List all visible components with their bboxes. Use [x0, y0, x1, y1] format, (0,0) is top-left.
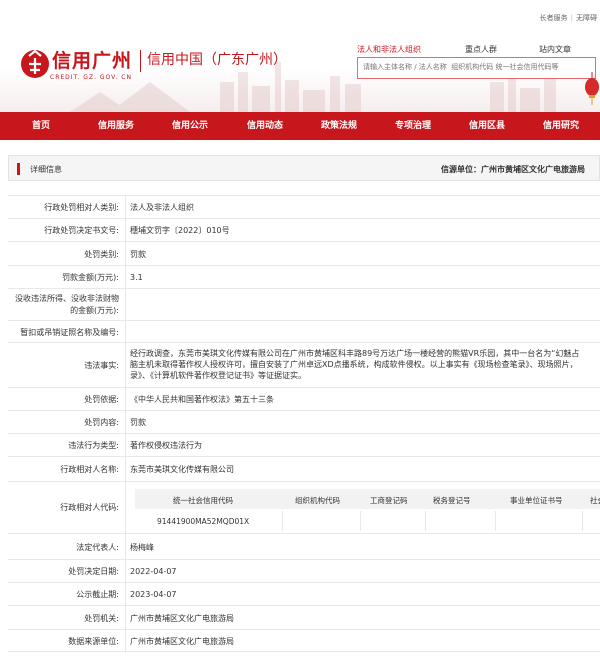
codes-header-row: 统一社会信用代码 组织机构代码 工商登记码 税务登记号 事业单位证书号 社会 [135, 489, 600, 509]
site-logo-domain: CREDIT. GZ. GOV. CN [50, 74, 132, 81]
facts-line: 经行政调查，东莞市美琪文化传媒有限公司在广州市黄埔区科丰路89号万达广场一楼经营… [130, 349, 580, 358]
site-subtitle: 信用中国（广东广州） [147, 52, 287, 68]
nav-home[interactable]: 首页 [15, 112, 67, 140]
top-links: 长者服务 | 无障碍 [537, 13, 600, 23]
table-row: 数据来源单位: 广州市黄埔区文化广电旅游局 [8, 629, 600, 653]
facts-line: 脑主机未取得著作权人授权许可，擅自安装了广州卓远XD点播系统，构成软件侵权。以上… [130, 360, 578, 369]
field-label: 违法行为类型: [68, 441, 119, 450]
table-row: 处罚类别: 罚款 [8, 241, 600, 266]
nav-credit-news[interactable]: 信用动态 [236, 112, 294, 140]
table-row: 公示截止期: 2023-04-07 [8, 582, 600, 606]
field-label: 处罚内容: [84, 418, 119, 427]
codes-header: 事业单位证书号 [510, 496, 563, 505]
table-row: 行政相对人代码: 统一社会信用代码 组织机构代码 工商登记码 税务登记号 事业单… [8, 481, 600, 534]
codes-header: 组织机构代码 [295, 496, 340, 505]
field-value: 著作权侵权违法行为 [130, 441, 202, 450]
field-value: 3.1 [130, 273, 143, 282]
field-label: 行政处罚相对人类别: [44, 203, 119, 212]
field-label: 公示截止期: [76, 590, 119, 599]
table-row: 行政处罚决定书文号: 穗埔文罚字〔2022〕010号 [8, 218, 600, 242]
logo-divider [140, 50, 141, 72]
codes-header: 统一社会信用代码 [173, 496, 233, 505]
field-value: 广州市黄埔区文化广电旅游局 [130, 614, 234, 623]
nav-credit-districts[interactable]: 信用区县 [458, 112, 516, 140]
field-value: 《中华人民共和国著作权法》第五十三条 [130, 395, 274, 404]
table-row: 没收违法所得、没收非法财物的金额(万元): [8, 288, 600, 321]
field-value: 2023-04-07 [130, 590, 177, 599]
field-label: 没收违法所得、没收非法财物的金额(万元): [15, 294, 119, 315]
field-label: 行政处罚决定书文号: [44, 226, 119, 235]
code-value: 91441900MA52MQD01X [157, 517, 250, 526]
field-value: 东莞市美琪文化传媒有限公司 [130, 465, 234, 474]
lantern-decoration-icon [585, 72, 599, 105]
site-logo-text[interactable]: 信用广州 [52, 46, 132, 73]
field-label: 行政相对人代码: [60, 503, 119, 512]
table-row: 法定代表人: 杨梅峰 [8, 533, 600, 560]
table-row: 处罚决定日期: 2022-04-07 [8, 559, 600, 583]
field-label: 暂扣或吊销证照名称及编号: [20, 328, 119, 337]
title-accent-bar [17, 163, 20, 175]
search-box [357, 57, 596, 79]
field-label: 法定代表人: [76, 543, 119, 552]
field-label: 罚款金额(万元): [62, 273, 119, 282]
detail-panel-header: 详细信息 信源单位：广州市黄埔区文化广电旅游局 [8, 155, 600, 181]
field-label: 处罚类别: [84, 250, 119, 259]
top-bar: 长者服务 | 无障碍 [0, 0, 600, 32]
table-row: 罚款金额(万元): 3.1 [8, 265, 600, 289]
field-label: 处罚依据: [84, 395, 119, 404]
table-row: 行政处罚相对人类别: 法人及非法人组织 [8, 195, 600, 219]
field-value: 罚款 [130, 418, 146, 427]
table-row: 违法行为类型: 著作权侵权违法行为 [8, 433, 600, 457]
facts-line: 录》、《计算机软件著作权登记证书》等证据证实。 [130, 371, 306, 380]
field-label: 行政相对人名称: [60, 465, 119, 474]
field-label: 处罚机关: [84, 614, 119, 623]
nav-credit-service[interactable]: 信用服务 [87, 112, 145, 140]
field-value: 广州市黄埔区文化广电旅游局 [130, 637, 234, 646]
table-row: 行政相对人名称: 东莞市美琪文化传媒有限公司 [8, 456, 600, 482]
credit-logo-icon [21, 49, 49, 78]
field-value: 2022-04-07 [130, 567, 177, 576]
table-row: 处罚内容: 罚款 [8, 410, 600, 434]
source-unit: 信源单位：广州市黄埔区文化广电旅游局 [441, 165, 585, 174]
search-input[interactable] [358, 58, 593, 76]
codes-header: 社会 [590, 496, 600, 505]
table-row: 处罚机关: 广州市黄埔区文化广电旅游局 [8, 605, 600, 630]
nav-credit-publicity[interactable]: 信用公示 [161, 112, 219, 140]
site-header: 信用广州 CREDIT. GZ. GOV. CN 信用中国（广东广州） 法人和非… [0, 32, 600, 112]
main-navigation: 首页 信用服务 信用公示 信用动态 政策法规 专项治理 信用区县 信用研究 [0, 112, 600, 140]
tab-legal-entity[interactable]: 法人和非法人组织 [357, 44, 421, 55]
table-row: 暂扣或吊销证照名称及编号: [8, 320, 600, 343]
table-row: 处罚依据: 《中华人民共和国著作权法》第五十三条 [8, 387, 600, 411]
violation-facts: 经行政调查，东莞市美琪文化传媒有限公司在广州市黄埔区科丰路89号万达广场一楼经营… [130, 348, 600, 381]
nav-policies[interactable]: 政策法规 [310, 112, 368, 140]
codes-value-row: 91441900MA52MQD01X [135, 511, 600, 531]
field-label: 数据来源单位: [68, 637, 119, 646]
field-value: 杨梅峰 [130, 543, 154, 552]
field-label: 违法事实: [84, 361, 119, 370]
table-row: 违法事实: 经行政调查，东莞市美琪文化传媒有限公司在广州市黄埔区科丰路89号万达… [8, 342, 600, 388]
elderly-service-link[interactable]: 长者服务 [537, 14, 571, 22]
field-label: 处罚决定日期: [68, 567, 119, 576]
tab-site-articles[interactable]: 站内文章 [539, 44, 571, 55]
field-value: 法人及非法人组织 [130, 203, 194, 212]
codes-header: 税务登记号 [433, 496, 471, 505]
panel-title: 详细信息 [30, 165, 62, 174]
nav-credit-research[interactable]: 信用研究 [532, 112, 590, 140]
field-value: 罚款 [130, 250, 146, 259]
codes-header: 工商登记码 [370, 496, 408, 505]
nav-special-governance[interactable]: 专项治理 [384, 112, 442, 140]
accessibility-link[interactable]: 无障碍 [573, 14, 600, 22]
tab-key-people[interactable]: 重点人群 [465, 44, 497, 55]
field-value: 穗埔文罚字〔2022〕010号 [130, 226, 230, 235]
